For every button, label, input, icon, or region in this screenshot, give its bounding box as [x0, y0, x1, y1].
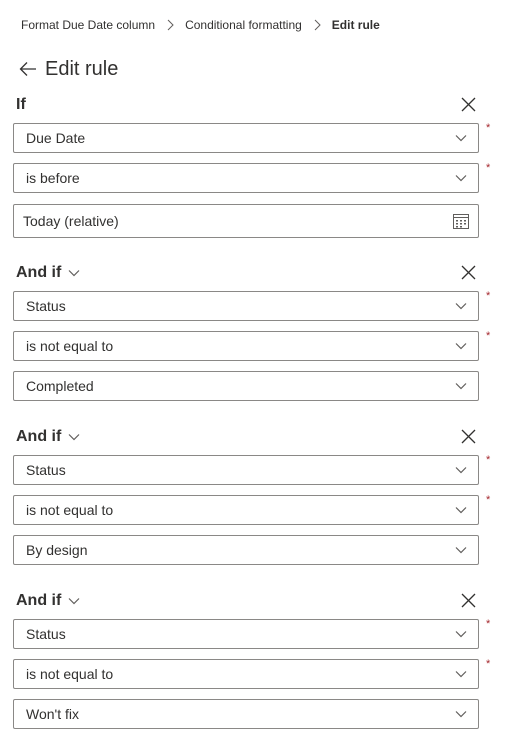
and-if-label: And if: [16, 264, 62, 281]
required-marker: *: [486, 330, 491, 342]
required-marker: *: [486, 454, 491, 466]
and-if-toggle[interactable]: And if: [16, 263, 80, 283]
dropdown-value: is not equal to: [26, 666, 114, 682]
required-marker: *: [486, 658, 491, 670]
condition-1-field-dropdown[interactable]: Due Date: [13, 123, 479, 153]
chevron-down-icon: [455, 135, 467, 142]
chevron-down-icon: [68, 270, 80, 277]
chevron-down-icon: [455, 507, 467, 514]
chevron-down-icon: [455, 711, 467, 718]
required-marker: *: [486, 162, 491, 174]
dropdown-value: Status: [26, 298, 66, 314]
dropdown-value: Status: [26, 462, 66, 478]
chevron-down-icon: [455, 631, 467, 638]
and-if-toggle[interactable]: And if: [16, 591, 80, 611]
dropdown-value: Won't fix: [26, 706, 79, 722]
condition-2-operator-dropdown[interactable]: is not equal to: [13, 331, 479, 361]
back-arrow-icon[interactable]: [19, 60, 37, 78]
required-marker: *: [486, 618, 491, 630]
chevron-down-icon: [455, 383, 467, 390]
dropdown-value: is not equal to: [26, 338, 114, 354]
chevron-down-icon: [455, 175, 467, 182]
page-title: Edit rule: [45, 57, 119, 80]
chevron-down-icon: [68, 434, 80, 441]
dropdown-value: is before: [26, 170, 80, 186]
condition-2-field-dropdown[interactable]: Status: [13, 291, 479, 321]
required-marker: *: [486, 494, 491, 506]
calendar-icon[interactable]: [453, 213, 469, 229]
close-icon[interactable]: [461, 265, 476, 280]
dropdown-value: Due Date: [26, 130, 86, 146]
breadcrumb-item-format-column[interactable]: Format Due Date column: [21, 18, 155, 32]
chevron-down-icon: [68, 598, 80, 605]
condition-3-field-dropdown[interactable]: Status: [13, 455, 479, 485]
and-if-toggle[interactable]: And if: [16, 427, 80, 447]
and-if-label: And if: [16, 428, 62, 445]
breadcrumb-item-conditional-formatting[interactable]: Conditional formatting: [185, 18, 302, 32]
close-icon[interactable]: [461, 97, 476, 112]
required-marker: *: [486, 290, 491, 302]
chevron-down-icon: [455, 547, 467, 554]
dropdown-value: Completed: [26, 378, 94, 394]
close-icon[interactable]: [461, 429, 476, 444]
dropdown-value: Status: [26, 626, 66, 642]
condition-4-value-dropdown[interactable]: Won't fix: [13, 699, 479, 729]
condition-4-field-dropdown[interactable]: Status: [13, 619, 479, 649]
condition-3-value-dropdown[interactable]: By design: [13, 535, 479, 565]
required-marker: *: [486, 122, 491, 134]
chevron-down-icon: [455, 467, 467, 474]
condition-4-operator-dropdown[interactable]: is not equal to: [13, 659, 479, 689]
chevron-down-icon: [455, 671, 467, 678]
condition-2-value-dropdown[interactable]: Completed: [13, 371, 479, 401]
date-value: Today (relative): [23, 213, 119, 229]
if-label: If: [16, 96, 26, 113]
condition-1-date-picker[interactable]: Today (relative): [13, 204, 479, 238]
condition-1-operator-dropdown[interactable]: is before: [13, 163, 479, 193]
chevron-right-icon: [312, 19, 322, 31]
chevron-right-icon: [165, 19, 175, 31]
chevron-down-icon: [455, 343, 467, 350]
dropdown-value: By design: [26, 542, 88, 558]
close-icon[interactable]: [461, 593, 476, 608]
dropdown-value: is not equal to: [26, 502, 114, 518]
chevron-down-icon: [455, 303, 467, 310]
and-if-label: And if: [16, 592, 62, 609]
page-header: Edit rule: [19, 55, 118, 83]
condition-3-operator-dropdown[interactable]: is not equal to: [13, 495, 479, 525]
breadcrumb: Format Due Date column Conditional forma…: [21, 17, 380, 33]
breadcrumb-current: Edit rule: [331, 18, 380, 32]
